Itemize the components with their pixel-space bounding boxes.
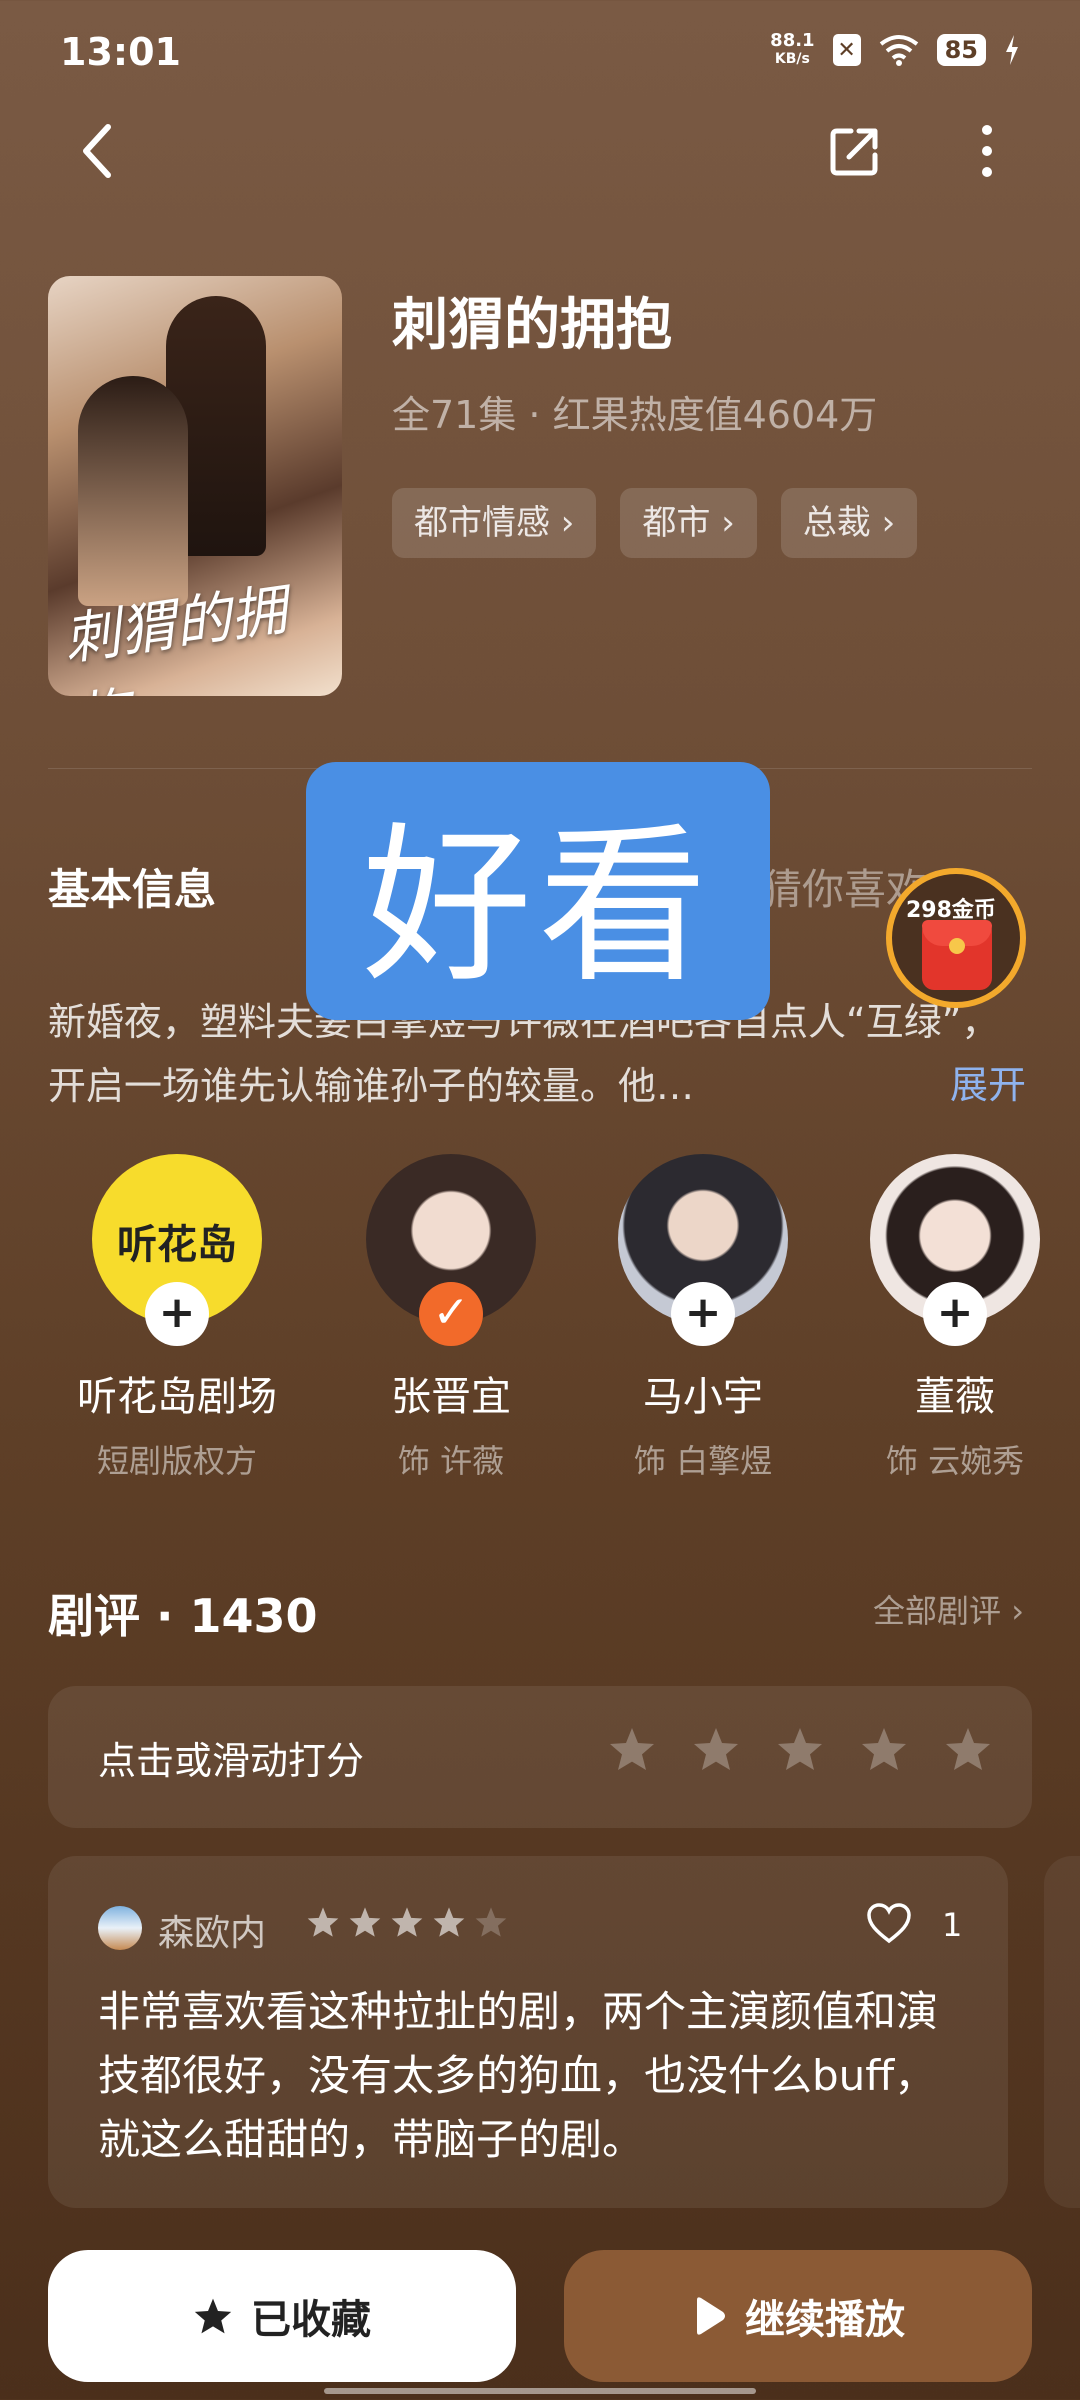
share-button[interactable] (820, 116, 890, 186)
cast-name: 董薇 (915, 1374, 995, 1420)
tag-chip[interactable]: 都市情感 › (392, 488, 597, 558)
reviewer-avatar (98, 1906, 142, 1950)
rating-stars[interactable] (608, 1726, 992, 1772)
avatar: + (618, 1154, 788, 1346)
star-icon[interactable] (692, 1726, 740, 1772)
cast-role: 短剧版权方 (96, 1442, 257, 1480)
star-icon (307, 1907, 339, 1937)
star-icon[interactable] (860, 1726, 908, 1772)
cast-role: 饰 白擎煜 (633, 1442, 773, 1480)
cast-role: 饰 云婉秀 (885, 1442, 1025, 1480)
continue-play-button[interactable]: 继续播放 (564, 2250, 1032, 2382)
wifi-icon (879, 35, 918, 66)
cast-name: 听花岛剧场 (77, 1374, 277, 1420)
tag-list: 都市情感 › 都市 › 总裁 › (392, 488, 918, 558)
back-button[interactable] (66, 116, 126, 186)
cast-name: 张晋宜 (391, 1374, 511, 1420)
reviewer-name: 森欧内 (158, 1913, 267, 1954)
review-stars (306, 1906, 508, 1938)
network-speed: 88.1 KB/s (770, 30, 815, 68)
follow-plus-icon[interactable]: + (145, 1282, 209, 1346)
tab-basic-info[interactable]: 基本信息 (48, 856, 216, 917)
expand-button[interactable]: 展开 (950, 1054, 1026, 1109)
star-icon (433, 1907, 465, 1937)
like-count: 1 (942, 1906, 963, 1944)
more-button[interactable] (962, 116, 1012, 186)
avatar: ✓ (366, 1154, 536, 1346)
cast-role: 饰 许薇 (397, 1442, 505, 1480)
heart-icon (867, 1903, 911, 1944)
producer-logo-text: 听花岛 (117, 1222, 237, 1268)
chevron-left-icon (83, 124, 111, 178)
rating-prompt: 点击或滑动打分 (98, 1739, 365, 1783)
tag-chip[interactable]: 都市 › (620, 488, 757, 558)
cast-item-producer[interactable]: 听花岛 + 听花岛剧场 短剧版权方 (52, 1154, 302, 1482)
status-time: 13:01 (60, 30, 181, 74)
followed-check-icon[interactable]: ✓ (419, 1282, 483, 1346)
star-empty-icon (475, 1907, 507, 1937)
play-icon (697, 2297, 725, 2335)
like-button[interactable] (866, 1902, 912, 1948)
tag-chip[interactable]: 总裁 › (780, 488, 918, 558)
star-icon[interactable] (608, 1726, 656, 1772)
review-text: 非常喜欢看这种拉扯的剧，两个主演颜值和演技都很好，没有太多的狗血，也没什么buf… (98, 1987, 939, 2164)
play-label: 继续播放 (745, 2297, 905, 2343)
star-icon[interactable] (944, 1726, 992, 1772)
overlay-label: 好看 (306, 762, 770, 1020)
share-icon (830, 128, 878, 176)
avatar: + (870, 1154, 1040, 1346)
poster-figure (78, 376, 188, 606)
charging-icon (1006, 35, 1018, 65)
star-icon[interactable] (776, 1726, 824, 1772)
star-filled-icon (194, 2298, 232, 2334)
cast-item-actor[interactable]: + 董薇 饰 云婉秀 (830, 1154, 1080, 1482)
home-indicator[interactable] (324, 2388, 756, 2394)
no-sim-icon: ✕ (832, 34, 861, 66)
cast-name: 马小宇 (643, 1374, 763, 1420)
star-icon (391, 1907, 423, 1937)
status-icons: 88.1 KB/s ✕ 85 (770, 32, 1020, 68)
favorite-button[interactable]: 已收藏 (48, 2250, 516, 2382)
drama-meta: 全71集 · 红果热度值4604万 (392, 393, 878, 437)
reviews-title: 剧评 · 1430 (48, 1589, 318, 1643)
all-reviews-link[interactable]: 全部剧评 › (873, 1586, 1024, 1632)
follow-plus-icon[interactable]: + (671, 1282, 735, 1346)
next-review-card[interactable] (1044, 1856, 1080, 2208)
drama-poster[interactable]: 刺猬的拥抱 (48, 276, 342, 696)
follow-plus-icon[interactable]: + (923, 1282, 987, 1346)
favorite-label: 已收藏 (251, 2297, 371, 2343)
cast-item-actor[interactable]: ✓ 张晋宜 饰 许薇 (326, 1154, 576, 1482)
red-packet-icon (922, 920, 992, 990)
battery-level: 85 (936, 34, 986, 66)
star-icon (349, 1907, 381, 1937)
more-vertical-icon (982, 125, 992, 177)
avatar: 听花岛 + (92, 1154, 262, 1346)
cast-item-actor[interactable]: + 马小宇 饰 白擎煜 (578, 1154, 828, 1482)
drama-title: 刺猬的拥抱 (392, 293, 672, 358)
